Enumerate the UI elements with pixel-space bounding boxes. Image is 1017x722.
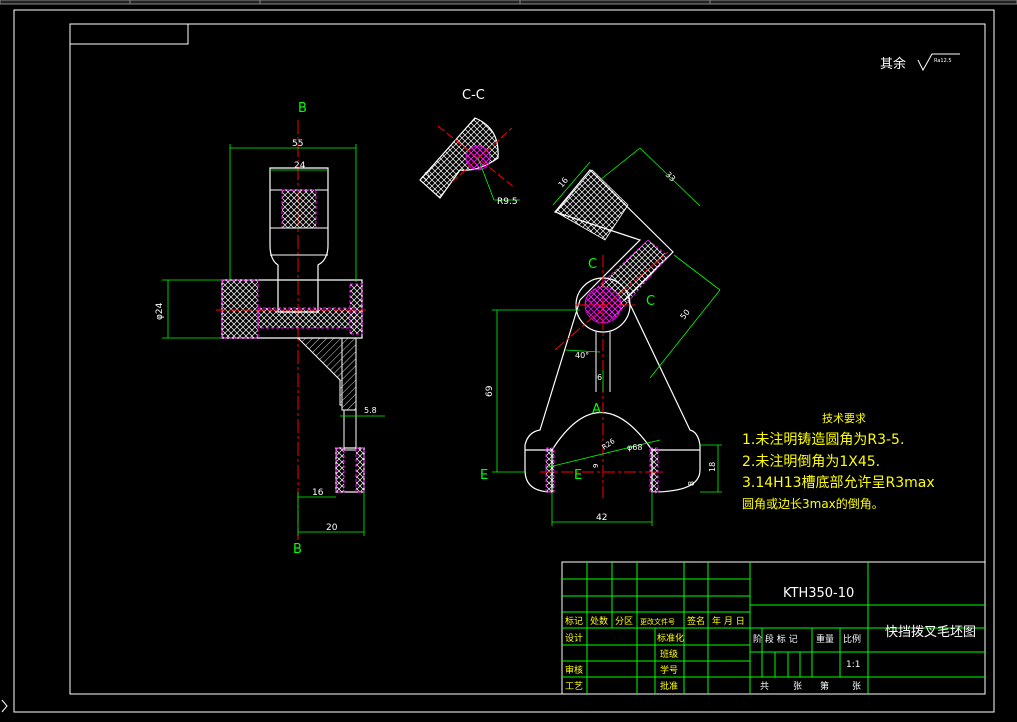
rev-header-2: 分区 — [615, 616, 633, 627]
rev-header-0: 标记 — [565, 615, 583, 627]
dim-phi24: φ24 — [155, 302, 165, 320]
dim-24-top: 24 — [294, 161, 306, 171]
scale-header: 比例 — [843, 633, 861, 645]
rib-outline — [297, 337, 343, 406]
dim-6: 6 — [597, 373, 602, 382]
dim-50: 50 — [678, 308, 691, 322]
dim-20: 20 — [326, 523, 338, 533]
label-c-right: C — [646, 294, 655, 309]
scale-value: 1:1 — [846, 660, 860, 670]
dim-40deg: 40° — [575, 351, 589, 360]
left-view: B B 55 24 φ24 5.8 16 20 — [155, 101, 385, 557]
tech-line-1: 1.未注明铸造圆角为R3-5. — [742, 432, 904, 448]
web-section — [341, 337, 357, 411]
plate-section-left — [221, 279, 259, 339]
tech-line-2: 2.未注明倒角为1X45. — [742, 454, 880, 470]
dim-phi68: φ68 — [627, 443, 642, 452]
sheet-no-unit: 张 — [852, 681, 861, 692]
dim-16-left: 16 — [312, 488, 324, 498]
rev-header-4: 签名 — [687, 615, 705, 627]
part-name: 快挡拨叉毛坯图 — [885, 625, 976, 640]
label-cc: C-C — [462, 88, 485, 103]
roughness-value: Ra12.5 — [934, 58, 952, 64]
sheet-borders — [13, 9, 995, 713]
extra-id: 学号 — [660, 664, 678, 676]
ucs-cursor-icon — [1, 699, 8, 713]
label-b-top: B — [298, 101, 307, 116]
sheet-total-unit: 张 — [793, 681, 802, 692]
sign-standard: 标准化 — [657, 632, 684, 644]
dim-5-8: 5.8 — [364, 406, 377, 415]
sheet-no-label: 第 — [820, 680, 829, 692]
dim-r9-5: R9.5 — [497, 197, 518, 207]
label-e-left: E — [480, 468, 488, 483]
drawing-number: KTH350-10 — [783, 586, 854, 601]
extra-class: 班级 — [660, 648, 678, 660]
top-tab-strip — [0, 0, 1017, 5]
top-boss-section — [281, 189, 317, 229]
dim-69: 69 — [485, 385, 495, 397]
fork-pad-left — [545, 447, 555, 493]
rev-header-3: 更改文件号 — [640, 617, 675, 626]
foot-section-left — [335, 447, 345, 493]
dim-42: 42 — [596, 513, 607, 523]
fork-pad-right — [649, 447, 659, 493]
label-e-mid: E — [574, 468, 582, 483]
tech-title: 技术要求 — [822, 412, 866, 425]
weight-header: 重量 — [816, 633, 834, 645]
plate-section-right — [349, 283, 363, 335]
dim-18: 18 — [708, 462, 717, 472]
foot-section-right — [355, 447, 365, 493]
tech-line-3: 3.14H13槽底部允许呈R3max — [742, 475, 935, 491]
sign-approve: 批准 — [660, 680, 678, 692]
dim-55: 55 — [292, 139, 303, 149]
plate-section-mid — [257, 307, 357, 329]
sign-design: 设计 — [565, 632, 583, 644]
surface-roughness-note: 其余 Ra12.5 — [880, 53, 960, 72]
rev-header-5: 年 月 日 — [712, 615, 745, 627]
technical-requirements: 技术要求 1.未注明铸造圆角为R3-5. 2.未注明倒角为1X45. 3.14H… — [742, 412, 935, 511]
stage-header: 阶 段 标 记 — [753, 633, 798, 645]
dim-8: 8 — [687, 481, 696, 486]
sign-process: 工艺 — [565, 681, 583, 692]
rev-header-1: 处数 — [590, 615, 608, 627]
title-block: KTH350-10 快挡拨叉毛坯图 标记 处数 分区 更改文件号 签名 年 月 … — [561, 561, 986, 695]
section-cc: C-C R9.5 12 — [419, 88, 520, 207]
tech-line-4: 圆角或边长3max的倒角。 — [742, 496, 884, 511]
sheet-total-label: 共 — [760, 681, 769, 692]
label-a: A — [592, 402, 601, 417]
dim-9: 9 — [592, 464, 600, 468]
roughness-text: 其余 — [880, 56, 906, 72]
label-c-left: C — [588, 257, 597, 272]
sign-review: 审核 — [565, 664, 583, 676]
drawing-canvas: 其余 Ra12.5 B B 55 24 φ24 5.8 16 20 C-C R9… — [0, 0, 1017, 713]
label-b-bottom: B — [293, 542, 302, 557]
